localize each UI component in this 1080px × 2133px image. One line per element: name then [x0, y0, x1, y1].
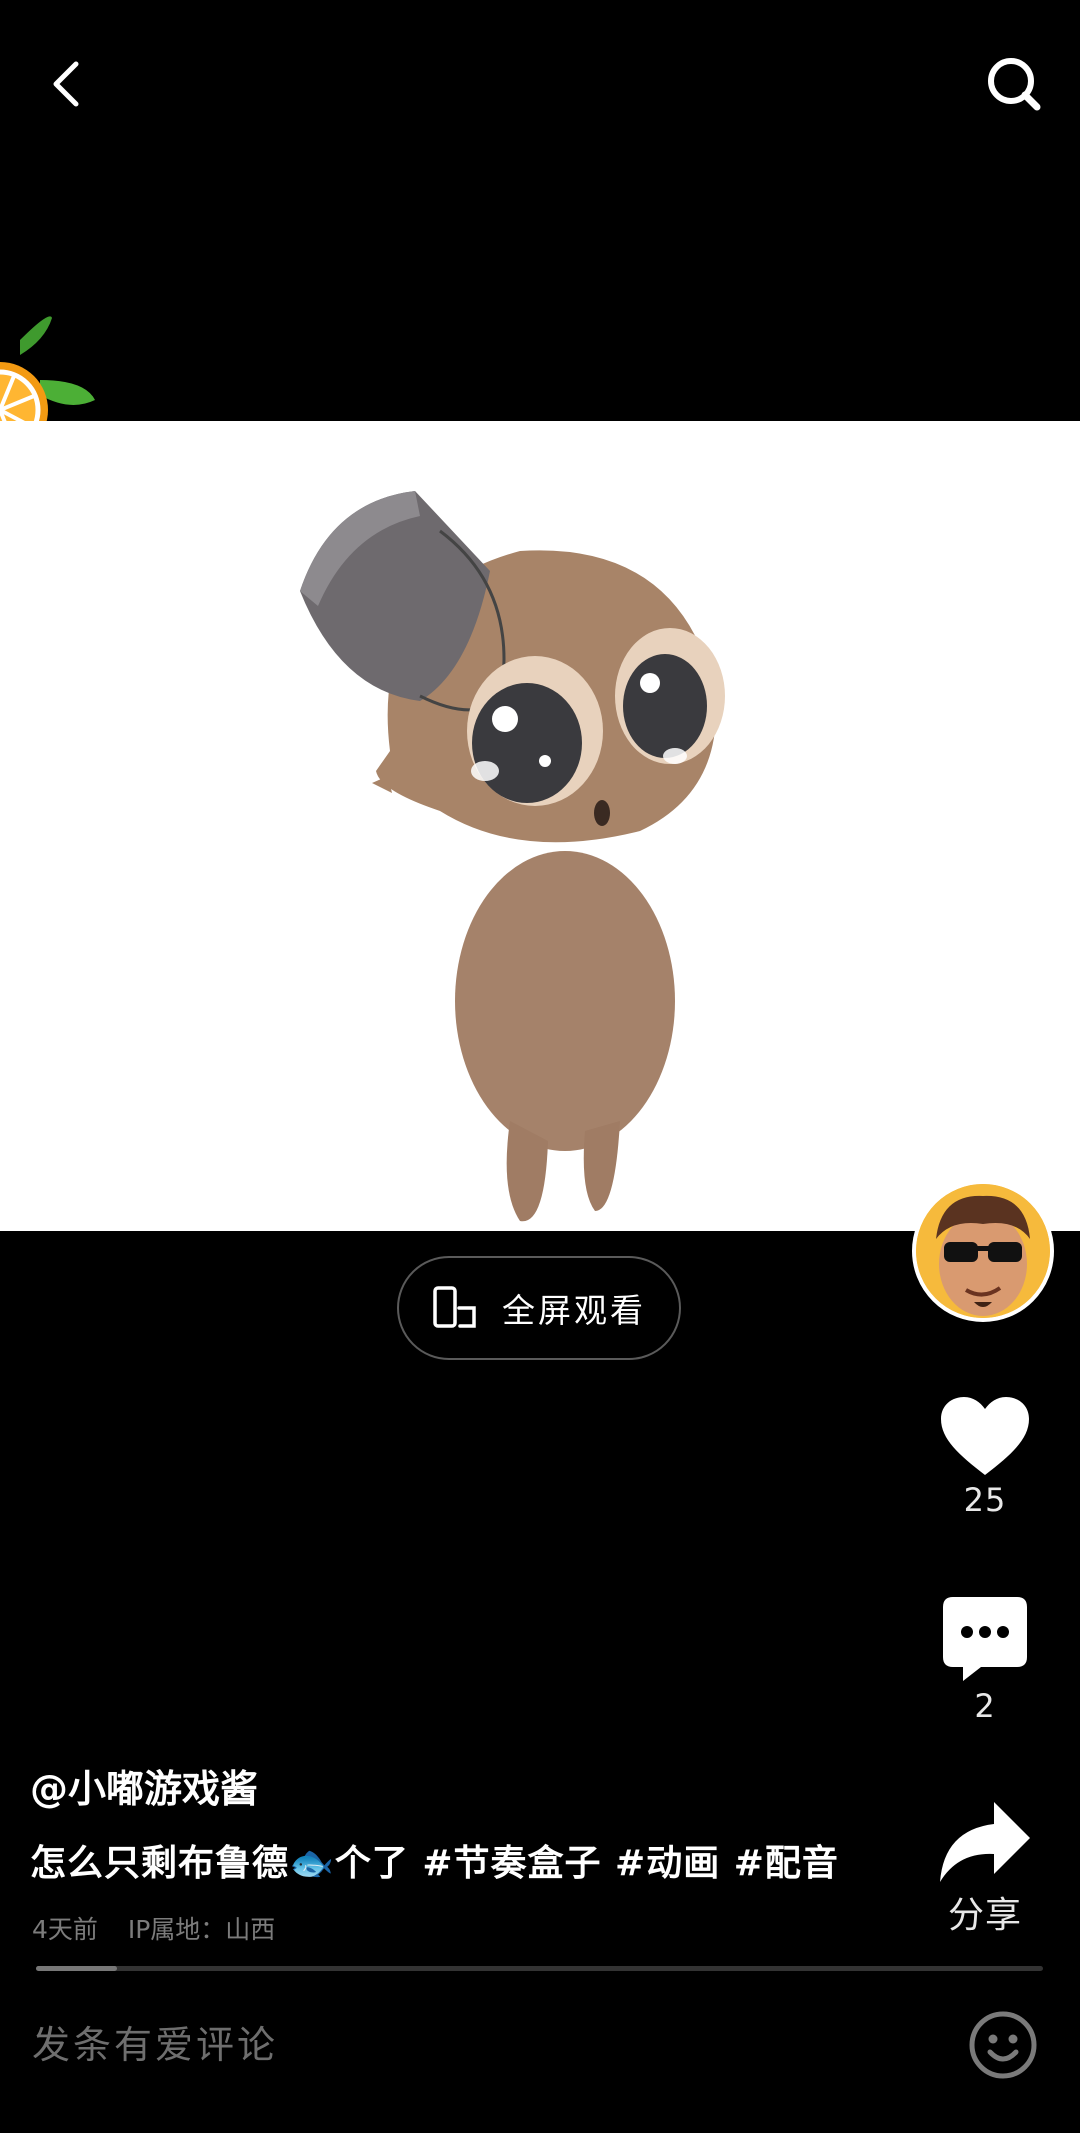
like-count: 25 [963, 1481, 1007, 1519]
chat-bubble-icon [943, 1597, 1027, 1681]
search-button[interactable] [978, 48, 1050, 120]
video-screen: 全屏观看 25 2 分享 @小嘟游戏酱 怎么只剩布鲁德🐟个了 #节奏盒子 #动画… [0, 0, 1080, 2133]
post-caption: 怎么只剩布鲁德🐟个了 #节奏盒子 #动画 #配音 [30, 1843, 839, 1884]
author-name[interactable]: @小嘟游戏酱 [30, 1758, 258, 1813]
cartoon-character-illustration [300, 491, 725, 1222]
search-icon [988, 58, 1041, 111]
post-meta: 4天前 IP属地：山西 [32, 1910, 275, 1946]
share-arrow-icon [940, 1802, 1030, 1882]
comment-input[interactable]: 发条有爱评论 [32, 2014, 278, 2069]
chevron-left-icon [53, 61, 79, 107]
video-player[interactable] [0, 421, 1080, 1231]
back-button[interactable] [30, 48, 102, 120]
video-progress-bar[interactable] [36, 1966, 1043, 1971]
phone-rotate-icon [433, 1286, 476, 1328]
comment-count: 2 [974, 1687, 996, 1725]
comment-bar: 发条有爱评论 [0, 1990, 1080, 2133]
like-button[interactable]: 25 [920, 1395, 1050, 1519]
smiley-icon[interactable] [968, 2010, 1038, 2080]
share-button[interactable]: 分享 [920, 1800, 1050, 1938]
ip-location: IP属地：山西 [127, 1915, 276, 1944]
author-avatar[interactable] [912, 1180, 1054, 1322]
heart-icon [941, 1397, 1029, 1475]
post-time: 4天前 [32, 1915, 98, 1944]
comment-button[interactable]: 2 [920, 1595, 1050, 1725]
fullscreen-label: 全屏观看 [502, 1291, 646, 1330]
fullscreen-button[interactable]: 全屏观看 [397, 1256, 681, 1360]
share-label: 分享 [947, 1895, 1022, 1936]
video-progress-fill [36, 1966, 117, 1971]
